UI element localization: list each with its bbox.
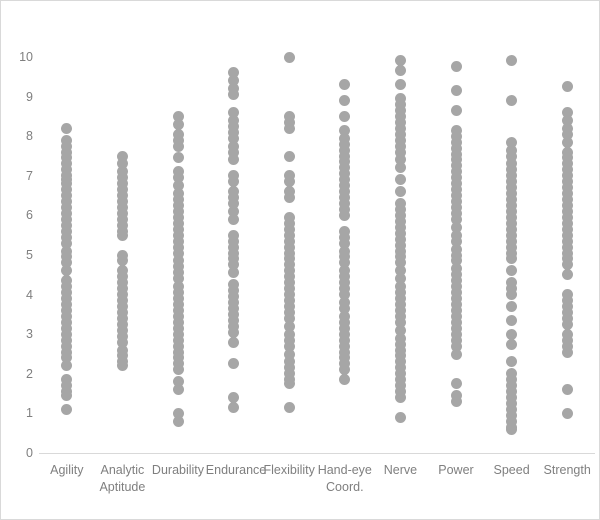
data-point	[61, 122, 73, 134]
data-point	[506, 314, 518, 326]
data-point	[394, 162, 406, 174]
data-point	[228, 213, 240, 225]
data-point	[506, 265, 518, 277]
x-axis-tick-label: Analytic Aptitude	[99, 463, 146, 494]
data-point	[172, 152, 184, 164]
data-point	[506, 423, 518, 435]
data-point	[61, 403, 73, 415]
data-point	[339, 209, 351, 221]
data-point	[561, 346, 573, 358]
data-point	[172, 140, 184, 152]
data-point	[394, 392, 406, 404]
data-point	[561, 269, 573, 281]
data-point	[506, 338, 518, 350]
data-point	[228, 267, 240, 279]
y-axis-tick-label: 8	[26, 128, 33, 143]
x-axis-tick-label: Agility	[50, 463, 84, 477]
data-point	[172, 415, 184, 427]
data-point	[506, 300, 518, 312]
y-axis-tick-label: 3	[26, 326, 33, 341]
x-axis-tick-label: Nerve	[383, 463, 418, 477]
x-axis-tick-label: Endurance	[205, 463, 267, 477]
data-point	[394, 79, 406, 91]
y-axis-tick-label: 7	[26, 168, 33, 183]
data-point	[394, 411, 406, 423]
data-point	[450, 378, 462, 390]
data-point	[283, 51, 295, 63]
data-point	[506, 253, 518, 265]
data-point	[506, 55, 518, 67]
data-point	[283, 150, 295, 162]
data-point	[506, 95, 518, 107]
data-point	[339, 110, 351, 122]
data-point	[228, 154, 240, 166]
data-point	[394, 65, 406, 77]
y-axis-tick-label: 1	[26, 406, 33, 421]
data-point	[450, 85, 462, 97]
data-point	[339, 95, 351, 107]
data-point	[228, 89, 240, 101]
y-axis-tick-label: 2	[26, 366, 33, 381]
y-axis-tick-label: 10	[19, 49, 33, 64]
data-point	[283, 401, 295, 413]
x-axis-tick-label: Power	[438, 463, 474, 477]
data-point	[394, 174, 406, 186]
dot-plot-chart: 0 1 2 3 4 5 6 7 8 9 10 Agility Analytic Aptitude Dura…	[0, 0, 600, 520]
data-point	[450, 61, 462, 73]
x-axis-tick-label: Speed	[493, 463, 530, 477]
plot-area: 0 1 2 3 4 5 6 7 8 9 10 Agility Analytic Aptitude Dura…	[1, 1, 599, 519]
data-point	[228, 336, 240, 348]
data-point	[172, 364, 184, 376]
data-point	[506, 356, 518, 368]
x-axis-tick-label: Hand-eye Coord.	[317, 463, 372, 494]
data-point	[506, 289, 518, 301]
data-point	[283, 192, 295, 204]
y-axis-tick-label: 4	[26, 287, 33, 302]
y-axis-tick-label: 5	[26, 247, 33, 262]
y-axis-tick-label: 6	[26, 208, 33, 223]
data-point	[116, 360, 128, 372]
x-axis-tick-label: Durability	[151, 463, 205, 477]
data-point	[283, 122, 295, 134]
data-point	[450, 396, 462, 408]
data-point	[116, 229, 128, 241]
data-point	[339, 374, 351, 386]
data-point	[561, 81, 573, 93]
x-axis-line	[39, 453, 595, 454]
data-point	[61, 390, 73, 402]
x-axis-tick-label: Strength	[543, 463, 591, 477]
data-point	[228, 401, 240, 413]
data-point	[561, 136, 573, 148]
data-point	[561, 407, 573, 419]
data-point	[450, 348, 462, 360]
data-point	[61, 360, 73, 372]
data-point	[561, 384, 573, 396]
data-point	[450, 104, 462, 116]
x-axis-tick-label: Flexibility	[263, 463, 315, 477]
data-point	[339, 79, 351, 91]
data-point	[283, 378, 295, 390]
data-point	[394, 186, 406, 198]
data-point	[228, 358, 240, 370]
y-axis-tick-label: 0	[26, 445, 33, 460]
y-axis-tick-label: 9	[26, 89, 33, 104]
data-point	[172, 384, 184, 396]
